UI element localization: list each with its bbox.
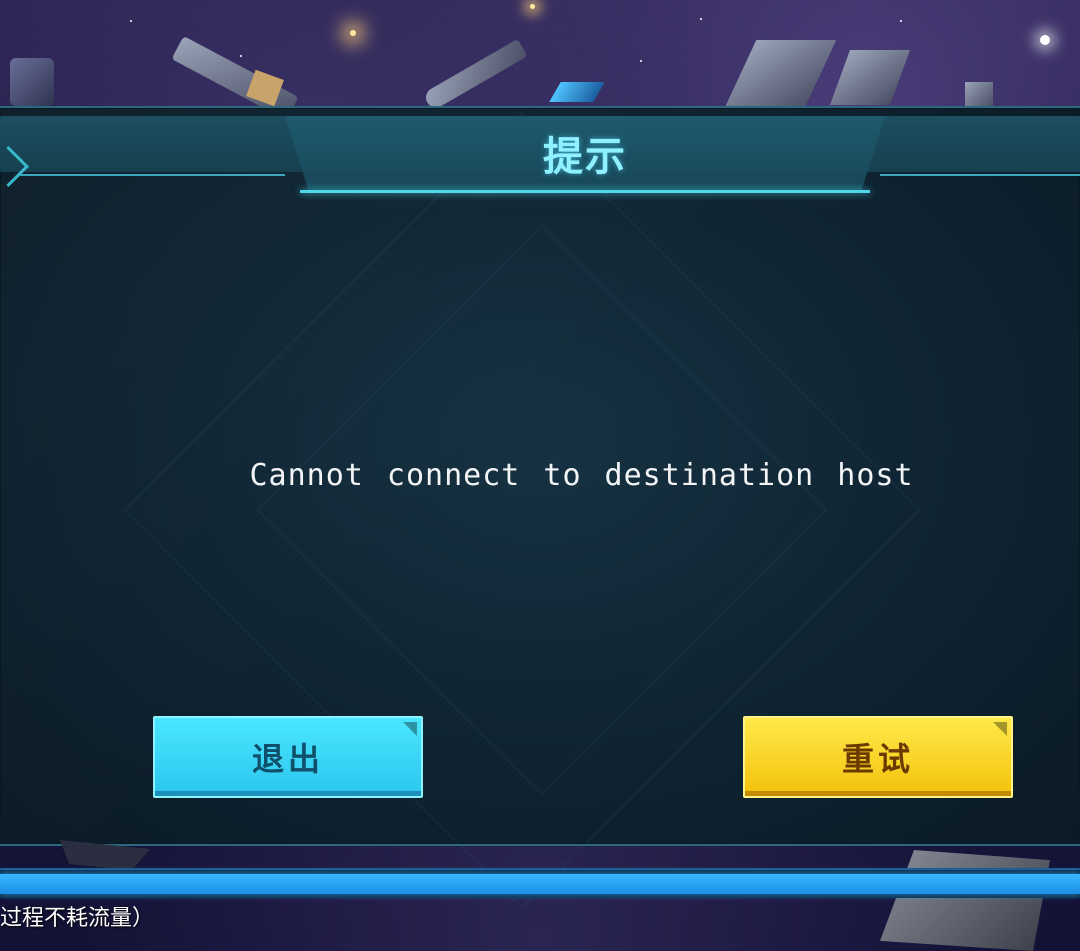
game-screen: 提示 Cannot connect to destination host 退出… [0, 0, 1080, 951]
loading-progress-fill [0, 874, 1080, 894]
star-decoration [640, 60, 642, 62]
spaceship-silhouette [422, 38, 528, 112]
star-decoration [900, 20, 902, 22]
header-divider-right [880, 174, 1080, 176]
star-decoration [350, 30, 356, 36]
exit-button-label: 退出 [251, 740, 324, 778]
error-message: Cannot connect to destination host [249, 458, 914, 493]
corner-notch-icon [403, 722, 417, 736]
star-decoration [700, 18, 702, 20]
loading-progress-bar [0, 868, 1080, 898]
exit-button[interactable]: 退出 [153, 716, 423, 798]
dialog-title: 提示 [543, 134, 627, 180]
spaceship-silhouette [723, 40, 837, 110]
connection-error-dialog: 提示 Cannot connect to destination host 退出… [0, 106, 1080, 909]
spaceship-silhouette [549, 82, 605, 102]
button-bevel [745, 791, 1011, 796]
spaceship-silhouette [965, 82, 993, 106]
header-divider-left [20, 174, 285, 176]
star-decoration [240, 55, 242, 57]
dialog-header: 提示 [0, 116, 1080, 194]
loading-status-text: 过程不耗流量） [0, 906, 155, 931]
spaceship-silhouette [829, 50, 911, 105]
retry-button-label: 重试 [841, 740, 914, 778]
button-bevel [155, 791, 421, 796]
star-decoration [130, 20, 132, 22]
retry-button[interactable]: 重试 [743, 716, 1013, 798]
star-decoration [1040, 35, 1050, 45]
asteroid-decoration [880, 850, 1050, 951]
header-glow-line [300, 190, 870, 193]
corner-notch-icon [993, 722, 1007, 736]
star-decoration [530, 4, 535, 9]
mecha-silhouette [10, 58, 54, 106]
